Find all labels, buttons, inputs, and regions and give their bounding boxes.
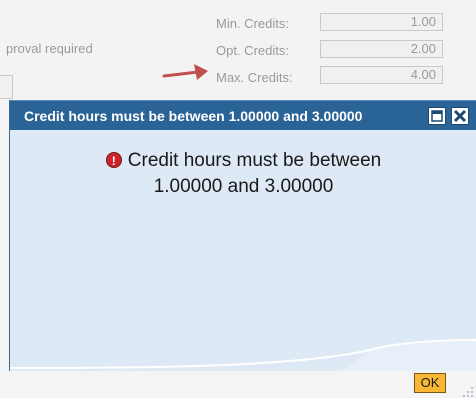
dialog-footer-curve [10,339,476,371]
ok-button[interactable]: OK [414,373,446,393]
dialog-title: Credit hours must be between 1.00000 and… [24,108,363,124]
min-credits-field[interactable]: 1.00 [320,13,443,31]
approval-required-label: proval required [6,41,93,56]
close-icon[interactable] [451,107,469,125]
max-credits-label: Max. Credits: [216,70,293,85]
min-credits-label: Min. Credits: [216,16,289,31]
dropdown-button[interactable] [0,75,13,99]
error-icon: ! [105,152,122,168]
resize-grip-icon[interactable] [462,386,474,398]
dialog-titlebar[interactable]: Credit hours must be between 1.00000 and… [10,100,476,130]
error-dialog: Credit hours must be between 1.00000 and… [9,100,476,397]
annotation-arrow-icon [162,64,208,80]
maximize-icon[interactable] [428,107,446,125]
background-form: proval required Min. Credits: 1.00 Opt. … [0,0,476,100]
message-line-2: 1.00000 and 3.00000 [153,176,334,197]
message-line-1: ! Credit hours must be between [10,150,476,172]
dialog-content: ! Credit hours must be between 1.00000 an… [10,130,476,397]
message-text-1: Credit hours must be between [127,150,382,171]
max-credits-field[interactable]: 4.00 [320,66,443,84]
opt-credits-field[interactable]: 2.00 [320,40,443,58]
opt-credits-label: Opt. Credits: [216,43,289,58]
